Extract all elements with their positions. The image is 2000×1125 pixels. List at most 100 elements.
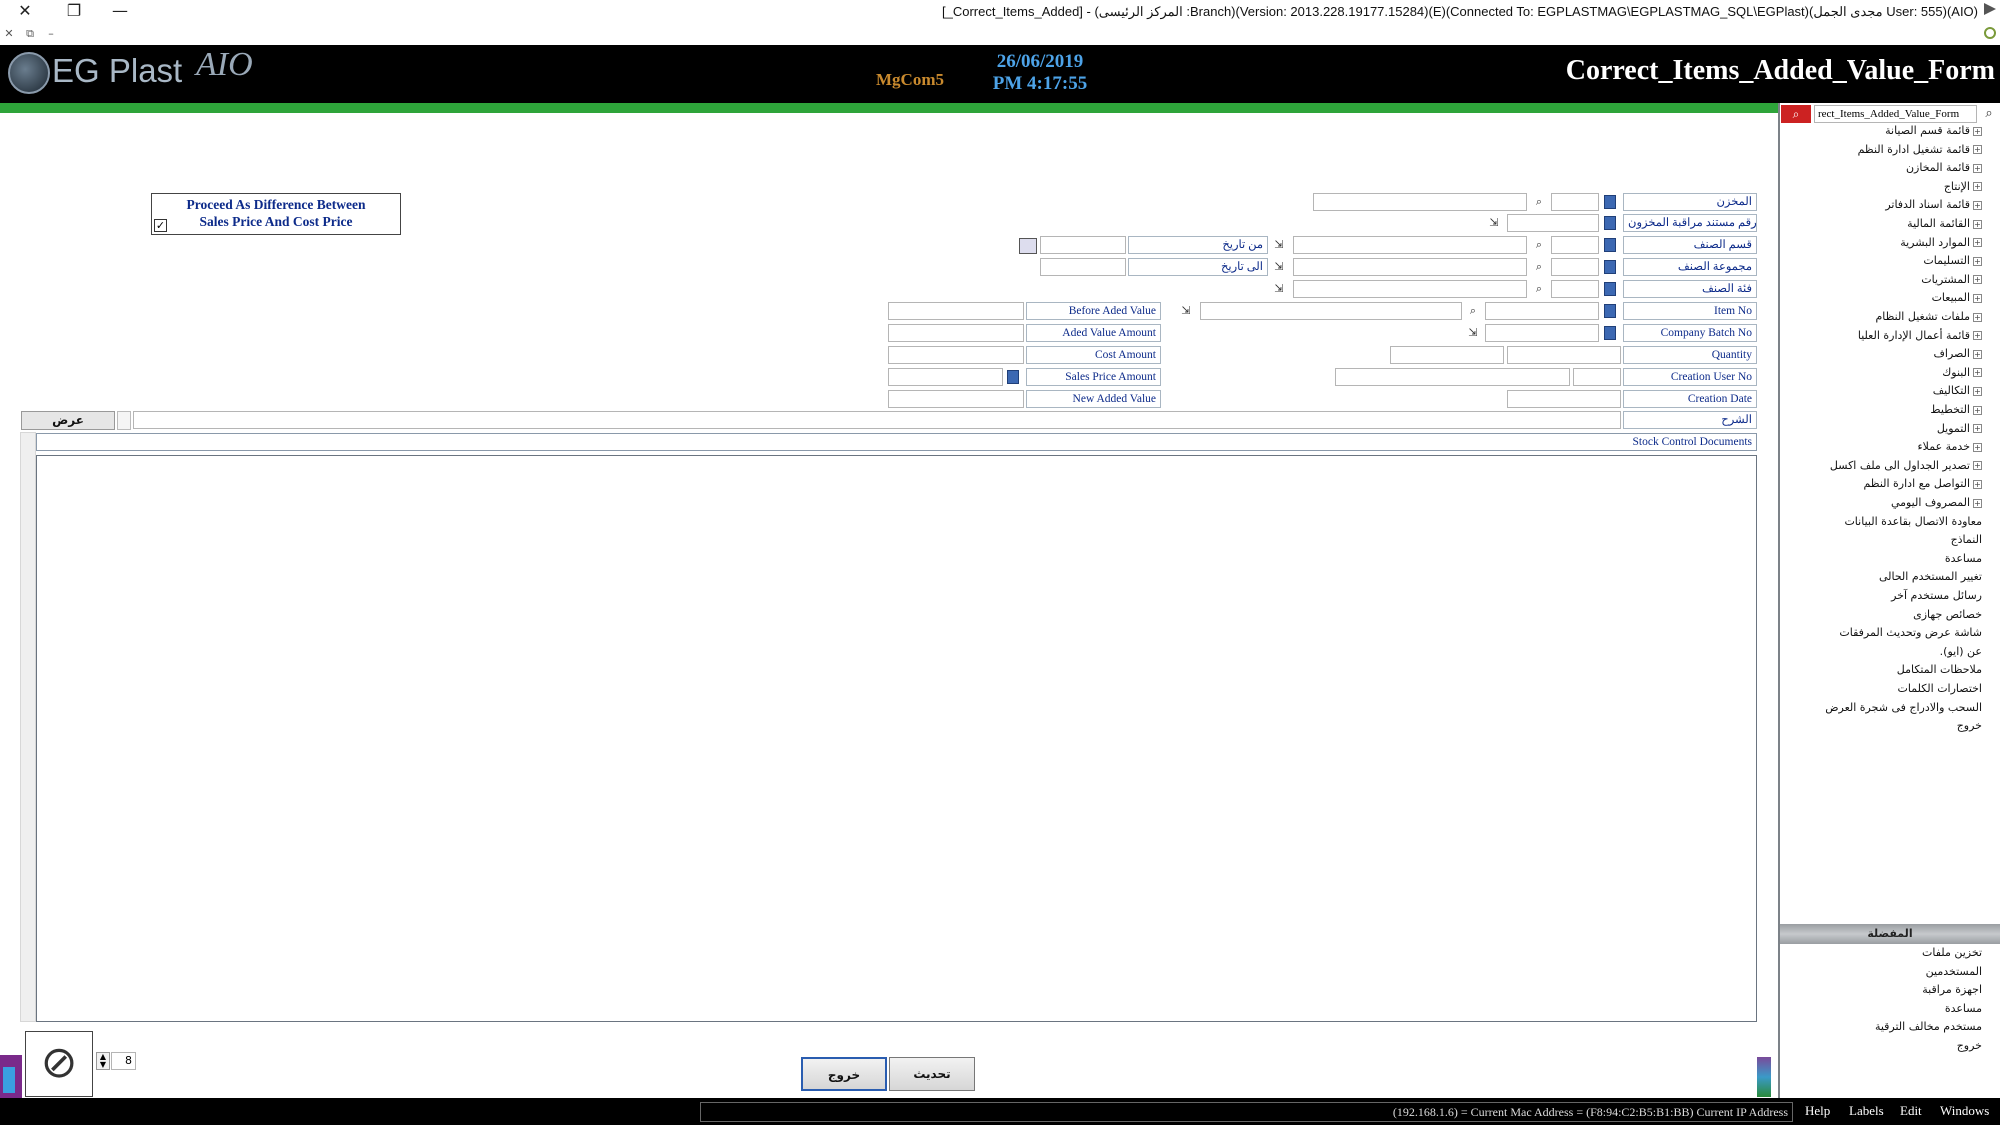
item-no-search-icon[interactable]: ⌕ bbox=[1465, 303, 1481, 319]
update-button[interactable]: تحديث bbox=[889, 1057, 975, 1091]
search-icon[interactable]: ⌕ bbox=[1980, 105, 1998, 123]
expand-icon[interactable]: + bbox=[1973, 200, 1982, 210]
menu-labels[interactable]: Labels bbox=[1849, 1103, 1884, 1119]
quantity-input[interactable] bbox=[1507, 346, 1621, 364]
tree-item[interactable]: +التسليمات bbox=[1923, 254, 1982, 267]
tree-item[interactable]: ملاحظات المتكامل bbox=[1897, 663, 1982, 676]
refresh-icon[interactable] bbox=[1984, 27, 1996, 39]
tree-item[interactable]: +البنوك bbox=[1942, 366, 1982, 379]
expand-icon[interactable]: + bbox=[1973, 368, 1982, 378]
restore-icon[interactable]: ❐ bbox=[62, 0, 86, 22]
sales-price-amount-input[interactable] bbox=[888, 368, 1003, 386]
expand-icon[interactable]: + bbox=[1973, 312, 1982, 322]
tree-item[interactable]: +قائمة قسم الصيانة bbox=[1885, 124, 1982, 137]
expand-icon[interactable]: + bbox=[1973, 405, 1982, 415]
stock-control-grid[interactable] bbox=[36, 455, 1757, 1022]
tree-item[interactable]: +خدمة عملاء bbox=[1917, 440, 1982, 453]
expand-icon[interactable]: + bbox=[1973, 479, 1982, 489]
expand-icon[interactable]: + bbox=[1973, 386, 1982, 396]
expand-icon[interactable]: + bbox=[1973, 461, 1982, 471]
difference-checkbox[interactable]: ✓ bbox=[154, 219, 167, 232]
tree-item[interactable]: +التخطيط bbox=[1930, 403, 1982, 416]
description-input[interactable] bbox=[133, 411, 1621, 429]
pager-input[interactable]: 8 bbox=[111, 1052, 136, 1070]
tree-item[interactable]: +الإنتاج bbox=[1944, 180, 1982, 193]
tree-item[interactable]: +التواصل مع ادارة النظم bbox=[1863, 477, 1982, 490]
stock-doc-pick-icon[interactable]: ⇲ bbox=[1486, 215, 1502, 231]
menu-help[interactable]: Help bbox=[1805, 1103, 1830, 1119]
expand-icon[interactable]: + bbox=[1973, 331, 1982, 341]
tree-item[interactable]: +المشتريات bbox=[1921, 273, 1982, 286]
view-spinner[interactable] bbox=[117, 411, 131, 430]
expand-icon[interactable]: + bbox=[1973, 424, 1982, 434]
tree-item[interactable]: +الصراف bbox=[1934, 347, 1982, 360]
cost-amount-input[interactable] bbox=[888, 346, 1024, 364]
tree-item[interactable]: +التمويل bbox=[1937, 422, 1982, 435]
item-group-name-input[interactable] bbox=[1293, 258, 1527, 276]
attachment-icon[interactable]: ⊘ bbox=[25, 1031, 93, 1097]
before-added-value-input[interactable] bbox=[888, 302, 1024, 320]
store-code-button[interactable] bbox=[1604, 195, 1616, 209]
close-icon[interactable]: ✕ bbox=[13, 0, 37, 22]
tree-item[interactable]: +قائمة المخازن bbox=[1906, 161, 1982, 174]
tree-item[interactable]: النماذج bbox=[1951, 533, 1982, 546]
store-name-input[interactable] bbox=[1313, 193, 1527, 211]
tree-item[interactable]: خروج bbox=[1957, 719, 1982, 732]
tree-item[interactable]: +قائمة أعمال الإدارة العليا bbox=[1858, 329, 1982, 342]
tree-item[interactable]: +المصروف اليومي bbox=[1891, 496, 1982, 509]
favorite-item[interactable]: تخزين ملفات bbox=[1922, 946, 1982, 959]
expand-icon[interactable]: + bbox=[1973, 219, 1982, 229]
child-minimize-icon[interactable]: – bbox=[44, 26, 58, 42]
tree-item[interactable]: خصائص جهازى bbox=[1913, 608, 1982, 621]
favorite-item[interactable]: اجهزة مراقبة bbox=[1922, 983, 1982, 996]
expand-icon[interactable]: + bbox=[1973, 442, 1982, 452]
item-section-code-input[interactable] bbox=[1551, 236, 1599, 254]
item-section-pick-icon[interactable]: ⇲ bbox=[1271, 237, 1287, 253]
batch-pick-icon[interactable]: ⇲ bbox=[1465, 325, 1481, 341]
calendar-icon[interactable] bbox=[1019, 238, 1037, 254]
store-search-icon[interactable]: ⌕ bbox=[1531, 194, 1547, 210]
expand-icon[interactable]: + bbox=[1973, 293, 1982, 303]
menu-edit[interactable]: Edit bbox=[1900, 1103, 1922, 1119]
favorite-item[interactable]: مستخدم مخالف الترقية bbox=[1875, 1020, 1982, 1033]
expand-icon[interactable]: + bbox=[1973, 238, 1982, 248]
tree-item[interactable]: +قائمة تشغيل ادارة النظم bbox=[1858, 143, 1982, 156]
item-category-name-input[interactable] bbox=[1293, 280, 1527, 298]
menu-windows[interactable]: Windows bbox=[1940, 1103, 1989, 1119]
tree-item[interactable]: رسائل مستخدم آخر bbox=[1891, 589, 1982, 602]
tree-item[interactable]: +التكاليف bbox=[1933, 384, 1982, 397]
tree-item[interactable]: معاودة الاتصال بقاعدة البيانات bbox=[1844, 515, 1982, 528]
new-added-value-input[interactable] bbox=[888, 390, 1024, 408]
expand-icon[interactable]: + bbox=[1973, 145, 1982, 155]
item-section-search-icon[interactable]: ⌕ bbox=[1531, 237, 1547, 253]
tree-item[interactable]: +المبيعات bbox=[1932, 291, 1982, 304]
added-value-amount-input[interactable] bbox=[888, 324, 1024, 342]
from-date-input[interactable] bbox=[1040, 236, 1126, 254]
expand-icon[interactable]: + bbox=[1973, 498, 1982, 508]
exit-button[interactable]: خروج bbox=[801, 1057, 887, 1091]
item-category-search-icon[interactable]: ⌕ bbox=[1531, 281, 1547, 297]
favorite-item[interactable]: المستخدمين bbox=[1926, 965, 1982, 978]
item-no-pick-icon[interactable]: ⇲ bbox=[1178, 303, 1194, 319]
item-section-code-button[interactable] bbox=[1604, 238, 1616, 252]
item-no-input[interactable] bbox=[1485, 302, 1599, 320]
minimize-icon[interactable]: — bbox=[108, 0, 132, 22]
tree-item[interactable]: تغيير المستخدم الحالى bbox=[1879, 570, 1982, 583]
creation-date-input[interactable] bbox=[1507, 390, 1621, 408]
view-button[interactable]: عرض bbox=[21, 411, 115, 430]
expand-icon[interactable]: + bbox=[1973, 182, 1982, 192]
expand-icon[interactable]: + bbox=[1973, 349, 1982, 359]
item-name-input[interactable] bbox=[1200, 302, 1462, 320]
expand-icon[interactable]: + bbox=[1973, 256, 1982, 266]
tree-item[interactable]: +القائمة المالية bbox=[1907, 217, 1982, 230]
search-go-icon[interactable]: ⌕ bbox=[1781, 105, 1811, 123]
item-group-search-icon[interactable]: ⌕ bbox=[1531, 259, 1547, 275]
store-code-input[interactable] bbox=[1551, 193, 1599, 211]
favorite-item[interactable]: خروج bbox=[1957, 1039, 1982, 1052]
child-restore-icon[interactable]: ⧉ bbox=[23, 26, 37, 42]
item-category-code-button[interactable] bbox=[1604, 282, 1616, 296]
child-close-icon[interactable]: ✕ bbox=[2, 26, 16, 42]
quantity-unit-input[interactable] bbox=[1390, 346, 1504, 364]
form-search-input[interactable]: rect_Items_Added_Value_Form bbox=[1814, 105, 1977, 123]
stock-doc-no-input[interactable] bbox=[1507, 214, 1599, 232]
